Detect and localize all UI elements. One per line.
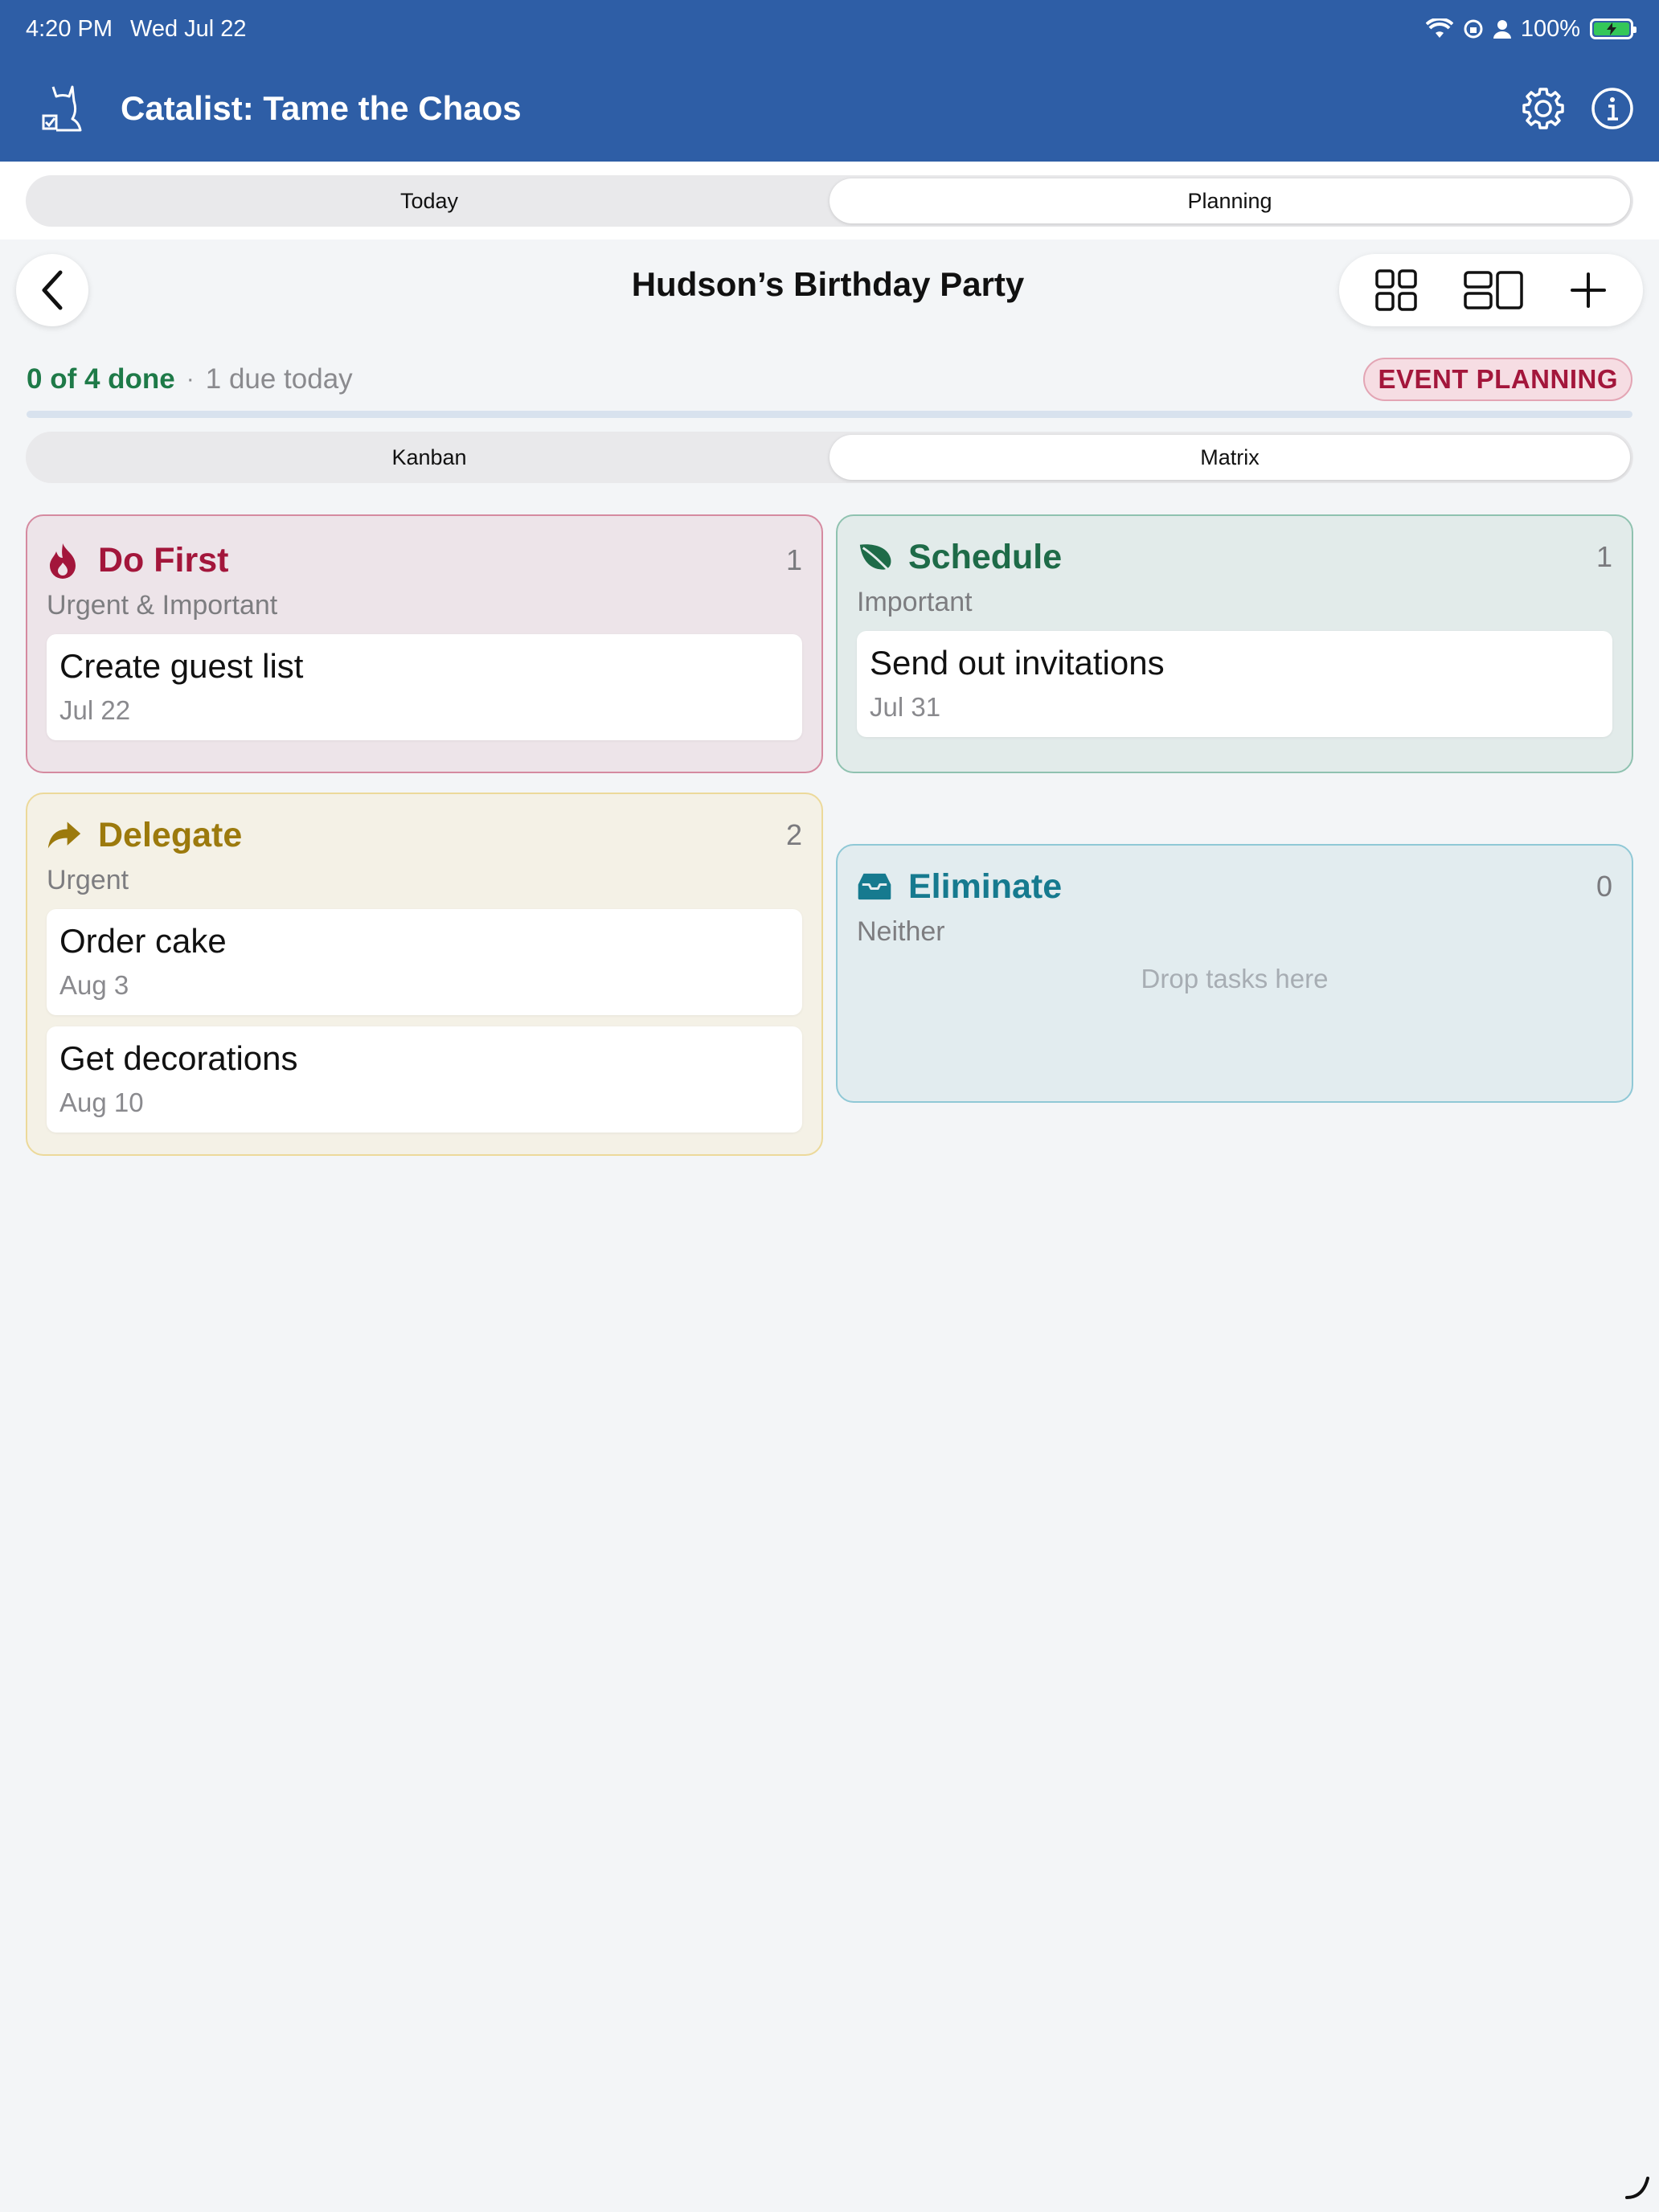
info-icon[interactable]: [1590, 86, 1635, 131]
add-icon[interactable]: [1569, 271, 1608, 309]
inbox-tray-icon: [858, 873, 891, 900]
task-date: Aug 10: [59, 1088, 144, 1117]
project-title: Hudson’s Birthday Party: [631, 265, 1025, 303]
task-title: Order cake: [59, 922, 227, 960]
cat-logo-icon: [42, 85, 82, 132]
task-title: Get decorations: [59, 1039, 298, 1077]
progress-bar: [27, 411, 1632, 418]
battery-icon: [1590, 18, 1636, 39]
task-title: Create guest list: [59, 647, 304, 685]
flame-icon: [50, 543, 76, 579]
today-planning-segmented: Today Planning: [26, 175, 1633, 227]
status-bar: 4:20 PM Wed Jul 22 100%: [26, 13, 1636, 45]
category-tag[interactable]: EVENT PLANNING: [1363, 358, 1632, 401]
due-count: 1 due today: [205, 363, 353, 395]
quadrant-title: Do First: [98, 540, 229, 580]
board-view-icon[interactable]: [1463, 270, 1524, 310]
orientation-lock-icon: [1464, 19, 1483, 39]
top-tab-bar: Today Planning: [0, 162, 1659, 240]
quadrant-count: 0: [1596, 870, 1612, 903]
leaf-icon: [859, 544, 891, 571]
status-date: Wed Jul 22: [130, 15, 247, 42]
wifi-icon: [1425, 18, 1453, 38]
quadrant-eliminate[interactable]: Eliminate 0 Neither Drop tasks here: [836, 844, 1633, 1103]
forward-arrow-icon: [47, 821, 81, 849]
drop-zone-placeholder[interactable]: Drop tasks here: [857, 964, 1612, 994]
quadrant-title: Delegate: [98, 815, 243, 854]
quadrant-count: 1: [785, 543, 802, 576]
done-count: 0 of 4 done: [27, 363, 175, 395]
quadrant-schedule[interactable]: Schedule 1 Important Send out invitation…: [836, 514, 1633, 773]
task-title: Send out invitations: [870, 644, 1165, 682]
chevron-left-icon: [42, 270, 63, 310]
quadrant-do-first[interactable]: Do First 1 Urgent & Important Create gue…: [26, 514, 823, 773]
app-title: Catalist: Tame the Chaos: [121, 89, 522, 127]
gear-icon[interactable]: [1521, 86, 1566, 131]
tab-today[interactable]: Today: [29, 178, 830, 223]
task-card[interactable]: Send out invitations Jul 31: [857, 631, 1612, 737]
task-date: Jul 22: [59, 695, 131, 725]
battery-percent: 100%: [1520, 15, 1580, 42]
app-header: 4:20 PM Wed Jul 22 100% Catalist: Tame t…: [0, 0, 1659, 162]
task-card[interactable]: Create guest list Jul 22: [47, 634, 802, 740]
quadrant-title: Eliminate: [908, 866, 1063, 906]
task-date: Jul 31: [870, 692, 941, 722]
view-toolbar: [1339, 254, 1643, 326]
kanban-matrix-segmented: Kanban Matrix: [26, 432, 1633, 483]
task-date: Aug 3: [59, 970, 129, 1000]
back-button[interactable]: [16, 254, 88, 326]
separator-dot: ·: [186, 366, 195, 392]
resize-handle-icon[interactable]: [1624, 2173, 1651, 2201]
quadrant-subtitle: Neither: [857, 916, 945, 947]
tab-planning[interactable]: Planning: [830, 178, 1630, 223]
quadrant-subtitle: Urgent & Important: [47, 590, 278, 621]
tab-matrix[interactable]: Matrix: [830, 435, 1630, 480]
quadrant-subtitle: Urgent: [47, 865, 129, 895]
quadrant-count: 2: [785, 818, 802, 851]
grid-view-icon[interactable]: [1374, 268, 1418, 312]
task-card[interactable]: Get decorations Aug 10: [47, 1026, 802, 1133]
quadrant-title: Schedule: [908, 537, 1063, 576]
task-card[interactable]: Order cake Aug 3: [47, 909, 802, 1015]
status-time: 4:20 PM: [26, 15, 113, 42]
quadrant-subtitle: Important: [857, 587, 973, 617]
quadrant-delegate[interactable]: Delegate 2 Urgent Order cake Aug 3 Get d…: [26, 793, 823, 1156]
progress-summary: 0 of 4 done · 1 due today EVENT PLANNING: [27, 358, 1632, 401]
quadrant-count: 1: [1596, 540, 1612, 573]
tab-kanban[interactable]: Kanban: [29, 435, 830, 480]
person-icon: [1493, 20, 1511, 39]
